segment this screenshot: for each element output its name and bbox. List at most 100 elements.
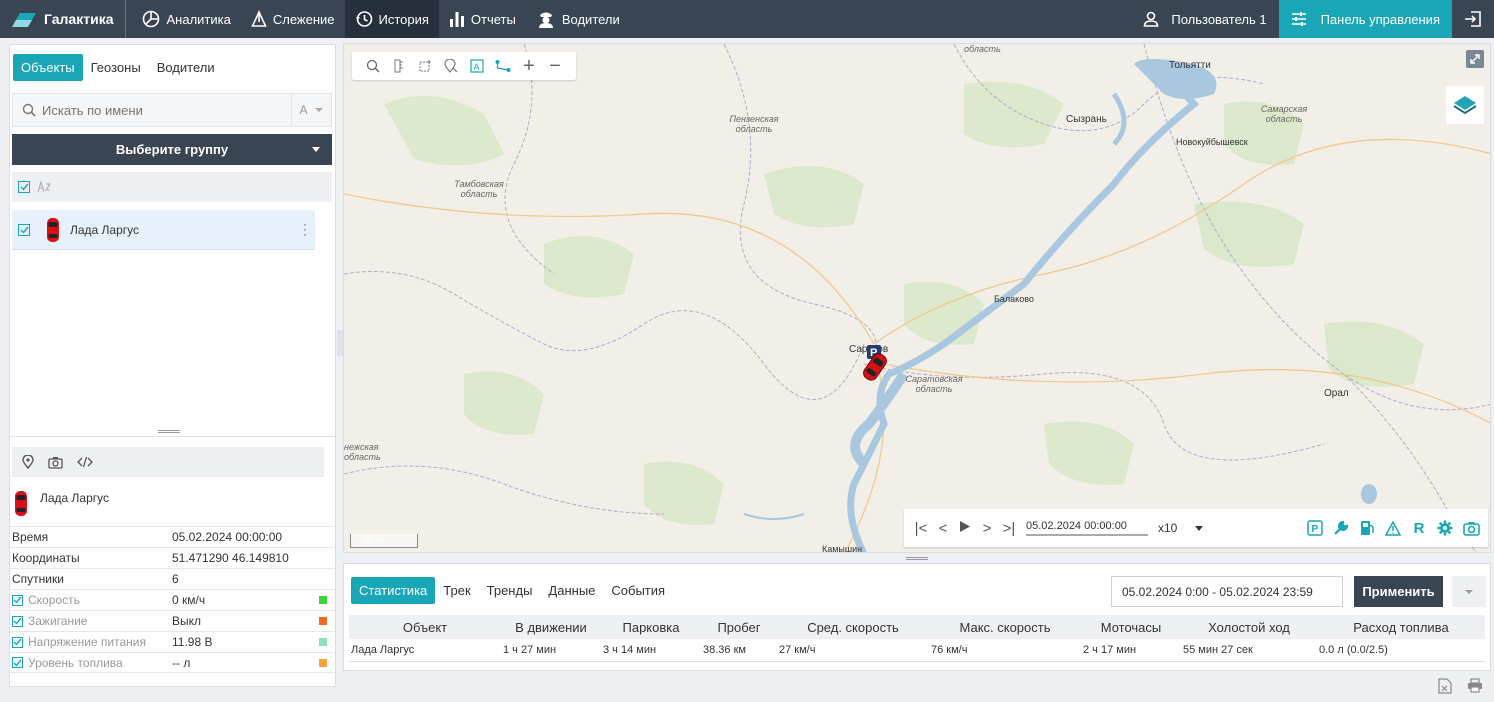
- control-panel-button[interactable]: Панель управления: [1278, 0, 1452, 38]
- column-header[interactable]: Холостой ход: [1181, 615, 1317, 639]
- logout-button[interactable]: [1452, 0, 1494, 38]
- svg-text:A: A: [474, 62, 480, 72]
- nav-analytics[interactable]: Аналитика: [132, 0, 240, 38]
- layers-button[interactable]: [1446, 86, 1484, 124]
- fullscreen-button[interactable]: [1466, 50, 1484, 68]
- map-city-label: Камышин: [822, 544, 863, 553]
- skip-start-icon[interactable]: |<: [910, 520, 932, 537]
- map-city-label: Новокуйбышевск: [1176, 137, 1248, 147]
- step-back-icon[interactable]: <: [932, 520, 954, 537]
- tab-geozones[interactable]: Геозоны: [83, 54, 149, 81]
- pie-chart-icon: [143, 10, 160, 28]
- map-view[interactable]: область Пензенская область Тамбовская об…: [343, 43, 1491, 553]
- kebab-menu-icon[interactable]: ⋮: [295, 221, 315, 238]
- sort-dropdown[interactable]: А: [291, 94, 331, 126]
- tab-track[interactable]: Трек: [435, 577, 478, 604]
- gear-toggle-icon[interactable]: [1432, 520, 1458, 537]
- map-region-label: Тамбовская область: [454, 179, 504, 199]
- tab-trends[interactable]: Тренды: [479, 577, 541, 604]
- object-checkbox[interactable]: [18, 223, 30, 236]
- poi-icon[interactable]: [438, 59, 464, 73]
- sensor-checkbox[interactable]: [12, 615, 23, 627]
- ruler-icon[interactable]: [386, 59, 412, 73]
- track-toggle-icon[interactable]: [490, 59, 516, 73]
- sensor-value: 0 км/ч: [172, 593, 206, 607]
- statistics-panel: Статистика Трек Тренды Данные События 05…: [343, 563, 1491, 671]
- camera-icon[interactable]: [48, 456, 63, 469]
- column-header[interactable]: Расход топлива: [1317, 615, 1485, 639]
- search-input[interactable]: [42, 102, 291, 118]
- nav-history[interactable]: История: [344, 0, 439, 38]
- tab-drivers[interactable]: Водители: [149, 54, 223, 81]
- speed-dropdown-icon[interactable]: [1195, 525, 1204, 531]
- map-region-label: нежская область: [344, 442, 381, 462]
- select-all-checkbox[interactable]: [18, 181, 30, 193]
- column-header[interactable]: Пробег: [701, 615, 777, 639]
- table-row[interactable]: Лада Ларгус 1 ч 27 мин 3 ч 14 мин 38.36 …: [349, 639, 1485, 662]
- skip-end-icon[interactable]: >|: [998, 520, 1020, 537]
- driver-icon: [538, 12, 553, 28]
- zoom-search-icon[interactable]: [360, 59, 386, 73]
- map-region-label: область: [964, 44, 1001, 54]
- object-name: Лада Ларгус: [70, 222, 140, 237]
- nav-drivers[interactable]: Водители: [526, 0, 630, 38]
- sensor-checkbox[interactable]: [12, 636, 23, 648]
- excel-export-icon[interactable]: [1437, 677, 1452, 697]
- player-speed[interactable]: x10: [1158, 521, 1177, 535]
- fuel-toggle-icon[interactable]: [1354, 520, 1380, 537]
- tab-statistics[interactable]: Статистика: [351, 577, 436, 604]
- warning-toggle-icon[interactable]: [1380, 520, 1406, 537]
- tab-events[interactable]: События: [603, 577, 673, 604]
- zoom-in-icon[interactable]: +: [516, 55, 542, 78]
- nav-tracking[interactable]: Слежение: [241, 0, 345, 38]
- sort-az-icon[interactable]: [36, 180, 52, 194]
- column-header[interactable]: Моточасы: [1081, 615, 1181, 639]
- table-cell: 0.0 л (0.0/2.5): [1317, 639, 1485, 662]
- sensor-row: Скорость 0 км/ч: [10, 589, 335, 610]
- search-box: А: [12, 93, 332, 127]
- user-menu[interactable]: Пользователь 1: [1131, 11, 1278, 27]
- player-timeline[interactable]: 05.02.2024 00:00:00: [1026, 520, 1148, 536]
- location-pin-icon[interactable]: [22, 455, 34, 469]
- zoom-out-icon[interactable]: −: [542, 55, 568, 78]
- code-icon[interactable]: [77, 456, 93, 468]
- play-icon[interactable]: [954, 520, 976, 537]
- select-group-button[interactable]: Выберите группу: [12, 134, 332, 165]
- column-header[interactable]: Объект: [349, 615, 501, 639]
- tab-data[interactable]: Данные: [540, 577, 603, 604]
- layers-icon: [1453, 96, 1477, 115]
- sensor-checkbox[interactable]: [12, 657, 23, 668]
- panel-resize-handle[interactable]: [158, 430, 180, 433]
- triangle-icon: [251, 10, 267, 27]
- apply-options-button[interactable]: [1452, 576, 1486, 607]
- area-measure-icon[interactable]: [412, 59, 438, 73]
- sensor-name: Уровень топлива: [28, 655, 123, 670]
- column-header[interactable]: Макс. скорость: [929, 615, 1081, 639]
- brand[interactable]: Галактика: [0, 0, 127, 38]
- step-forward-icon[interactable]: >: [976, 520, 998, 537]
- map-resize-handle[interactable]: [906, 557, 928, 560]
- table-cell: 27 км/ч: [777, 639, 929, 662]
- tab-objects[interactable]: Объекты: [13, 54, 83, 81]
- map-region-label: Саратовская область: [905, 374, 963, 394]
- list-item[interactable]: Лада Ларгус ⋮: [12, 210, 315, 250]
- wrench-toggle-icon[interactable]: [1328, 520, 1354, 537]
- column-header[interactable]: В движении: [501, 615, 601, 639]
- chevron-down-icon: [1465, 589, 1473, 594]
- r-toggle-icon[interactable]: R: [1406, 520, 1432, 537]
- label-toggle-icon[interactable]: A: [464, 59, 490, 73]
- date-range-input[interactable]: 05.02.2024 0:00 - 05.02.2024 23:59: [1111, 576, 1343, 607]
- nav-label: Слежение: [272, 11, 335, 27]
- column-header[interactable]: Парковка: [601, 615, 701, 639]
- sliders-icon: [1291, 12, 1306, 26]
- sensor-checkbox[interactable]: [12, 594, 23, 606]
- camera-toggle-icon[interactable]: [1458, 520, 1484, 537]
- parking-toggle-icon[interactable]: P: [1302, 520, 1328, 537]
- logout-icon: [1465, 11, 1481, 27]
- column-header[interactable]: Сред. скорость: [777, 615, 929, 639]
- print-icon[interactable]: [1467, 678, 1483, 696]
- apply-button[interactable]: Применить: [1354, 576, 1443, 607]
- control-panel-label: Панель управления: [1320, 11, 1440, 27]
- nav-reports[interactable]: Отчеты: [439, 0, 526, 38]
- prop-value: 05.02.2024 00:00:00: [172, 530, 283, 544]
